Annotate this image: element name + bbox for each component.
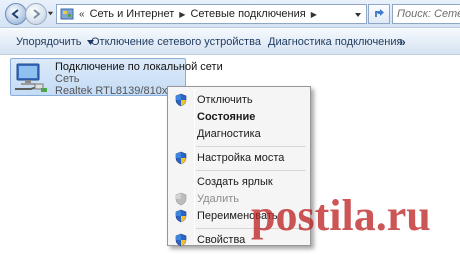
shield-icon (175, 209, 187, 223)
breadcrumb-overflow-chevron[interactable]: « (79, 9, 85, 20)
menu-item-label: Настройка моста (197, 152, 285, 164)
watermark: postila.ru (251, 191, 431, 240)
breadcrumb-network-internet[interactable]: Сеть и Интернет (90, 8, 175, 20)
network-adapter-icon (15, 63, 47, 92)
search-input[interactable] (397, 8, 460, 20)
shield-icon (175, 93, 187, 107)
refresh-icon (375, 9, 384, 17)
search-box[interactable] (392, 4, 460, 24)
breadcrumb-separator-icon[interactable]: ▶ (179, 10, 185, 19)
shield-icon (175, 192, 187, 206)
refresh-button[interactable] (368, 4, 390, 24)
menu-item-status[interactable]: Состояние (170, 108, 308, 126)
control-panel-icon (60, 8, 74, 20)
arrow-right-icon (33, 9, 41, 19)
disable-device-label: Отключение сетевого устройства (91, 36, 261, 48)
menu-item-label: Свойства (197, 234, 246, 246)
organize-button[interactable]: Упорядочить (16, 36, 95, 48)
menu-item-label: Состояние (197, 111, 256, 123)
shield-icon (175, 151, 187, 165)
menu-item-diagnose[interactable]: Диагностика (170, 125, 308, 143)
address-bar-area: « Сеть и Интернет ▶ Сетевые подключения … (0, 0, 460, 28)
menu-item-disable[interactable]: Отключить (170, 91, 308, 109)
menu-item-label: Удалить (197, 193, 239, 205)
more-commands-button[interactable]: » (399, 35, 406, 49)
menu-item-label: Отключить (197, 94, 253, 106)
breadcrumb-separator-icon[interactable]: ▶ (311, 10, 317, 19)
menu-separator (196, 146, 306, 147)
connection-name: Подключение по локальной сети (55, 61, 223, 73)
menu-item-label: Создать ярлык (197, 176, 273, 188)
forward-button[interactable] (25, 3, 47, 25)
menu-item-bridge[interactable]: Настройка моста (170, 149, 308, 167)
address-box[interactable]: « Сеть и Интернет ▶ Сетевые подключения … (56, 4, 367, 24)
shield-icon (175, 233, 187, 247)
recent-pages-dropdown[interactable] (47, 10, 54, 17)
diagnose-label: Диагностика подключения (268, 36, 403, 48)
diagnose-button[interactable]: Диагностика подключения (268, 36, 402, 48)
address-dropdown-icon[interactable] (354, 11, 362, 19)
organize-label: Упорядочить (16, 36, 82, 48)
arrow-left-icon (11, 9, 19, 19)
command-bar: Упорядочить Отключение сетевого устройст… (0, 29, 460, 55)
menu-item-create-shortcut[interactable]: Создать ярлык (170, 173, 308, 191)
disable-device-button[interactable]: Отключение сетевого устройства (91, 36, 261, 48)
connection-network: Сеть (55, 73, 80, 85)
back-button[interactable] (5, 3, 27, 25)
menu-separator (196, 170, 306, 171)
breadcrumb-network-connections[interactable]: Сетевые подключения (190, 8, 305, 20)
connection-item-local-area[interactable]: Подключение по локальной сети Сеть Realt… (10, 58, 223, 97)
menu-item-label: Диагностика (197, 128, 261, 140)
